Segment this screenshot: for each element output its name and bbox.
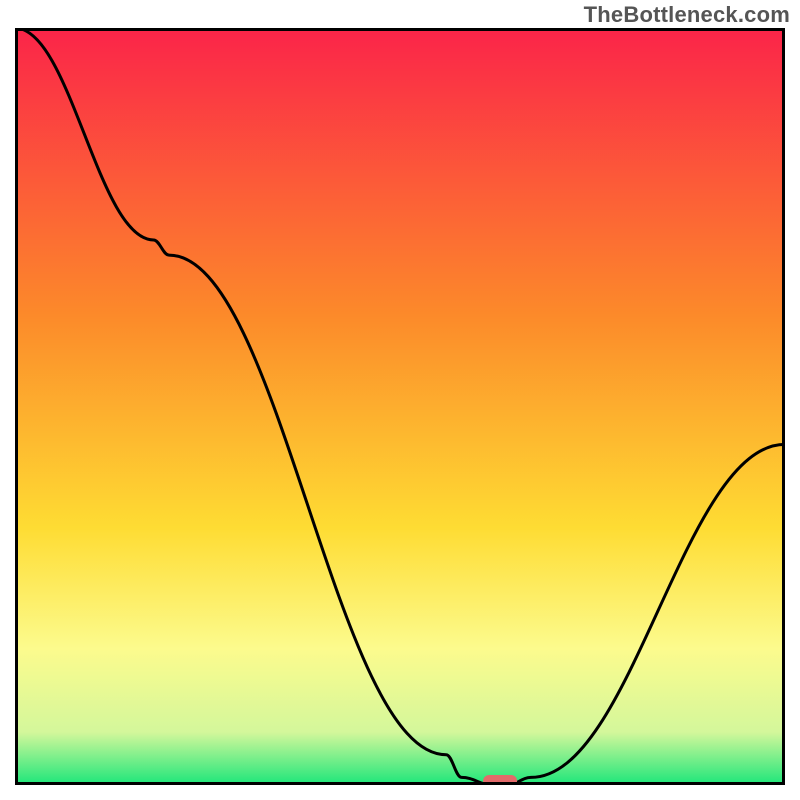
chart-container: TheBottleneck.com xyxy=(0,0,800,800)
plot-background xyxy=(15,28,785,785)
plot-area xyxy=(15,28,785,785)
chart-svg xyxy=(15,28,785,785)
watermark-text: TheBottleneck.com xyxy=(584,2,790,28)
